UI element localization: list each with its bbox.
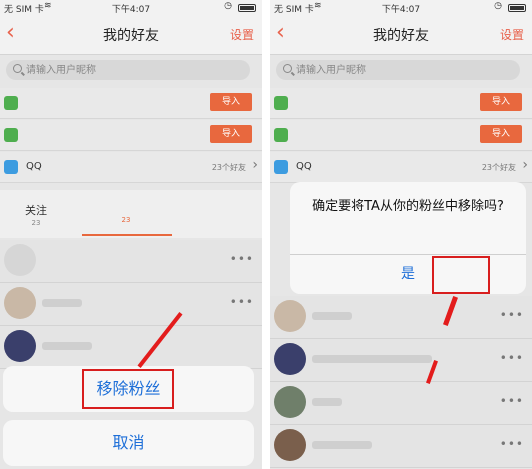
blurred-name xyxy=(312,441,372,449)
chevron-right-icon: › xyxy=(522,157,528,173)
import-button[interactable]: 导入 xyxy=(480,93,522,111)
tab-follow[interactable]: 关注 23 xyxy=(6,202,66,227)
more-icon[interactable]: ••• xyxy=(500,351,524,365)
qq-label: QQ xyxy=(26,161,42,172)
list-item[interactable] xyxy=(0,326,262,369)
alarm-icon: ◷ xyxy=(224,1,232,11)
wechat-icon xyxy=(4,128,18,142)
tab-fans-count: 23 xyxy=(121,216,131,224)
left-screen: 无 SIM 卡 ≋ 下午4:07 ◷ ‹ 我的好友 设置 导入 导入 QQ 23… xyxy=(0,0,262,469)
blurred-name xyxy=(42,299,82,307)
confirm-yes-button[interactable]: 是 xyxy=(290,255,526,294)
highlight-box xyxy=(82,369,174,409)
page-title: 我的好友 xyxy=(373,28,429,44)
settings-button[interactable]: 设置 xyxy=(500,26,524,43)
qq-row[interactable]: QQ 23个好友 › xyxy=(270,152,532,183)
right-screen: 无 SIM 卡 ≋ 下午4:07 ◷ ‹ 我的好友 设置 导入 导入 QQ 23… xyxy=(270,0,532,469)
alarm-icon: ◷ xyxy=(494,1,502,11)
list-item[interactable]: ••• xyxy=(0,283,262,326)
tab-follow-label: 关注 xyxy=(25,204,47,217)
cancel-button[interactable]: 取消 xyxy=(112,433,144,452)
list-item[interactable]: ••• xyxy=(270,339,532,382)
more-icon[interactable]: ••• xyxy=(500,437,524,451)
nav-bar: ‹ 我的好友 设置 xyxy=(0,16,262,55)
import-button[interactable]: 导入 xyxy=(210,125,252,143)
avatar xyxy=(274,386,306,418)
search-input[interactable] xyxy=(296,62,516,78)
blurred-name xyxy=(312,355,432,363)
avatar xyxy=(4,287,36,319)
avatar xyxy=(274,343,306,375)
contacts-import-row: 导入 xyxy=(0,88,262,119)
search-input[interactable] xyxy=(26,62,246,78)
confirm-dialog: 确定要将TA从你的粉丝中移除吗? 是 xyxy=(290,182,526,294)
search-icon xyxy=(13,64,22,73)
import-button[interactable]: 导入 xyxy=(210,93,252,111)
highlight-box xyxy=(432,256,490,294)
qq-icon xyxy=(274,160,288,174)
qq-row[interactable]: QQ 23个好友 › xyxy=(0,152,262,183)
avatar xyxy=(274,429,306,461)
list-item[interactable]: ••• xyxy=(0,240,262,283)
contacts-import-row: 导入 xyxy=(270,88,532,119)
status-bar: 无 SIM 卡 ≋ 下午4:07 ◷ xyxy=(270,0,532,16)
page-title: 我的好友 xyxy=(103,28,159,44)
status-bar: 无 SIM 卡 ≋ 下午4:07 ◷ xyxy=(0,0,262,16)
confirm-message: 确定要将TA从你的粉丝中移除吗? xyxy=(312,199,504,214)
qq-friend-count: 23个好友 xyxy=(211,163,246,172)
avatar xyxy=(274,300,306,332)
more-icon[interactable]: ••• xyxy=(500,308,524,322)
clock: 下午4:07 xyxy=(381,5,421,15)
search-icon xyxy=(283,64,292,73)
avatar xyxy=(4,330,36,362)
list-item[interactable]: ••• xyxy=(270,296,532,339)
contacts-icon xyxy=(4,96,18,110)
blurred-name xyxy=(312,312,352,320)
tab-bar: 关注 23 23 xyxy=(0,190,262,238)
qq-icon xyxy=(4,160,18,174)
settings-button[interactable]: 设置 xyxy=(230,26,254,43)
import-button[interactable]: 导入 xyxy=(480,125,522,143)
qq-friend-count: 23个好友 xyxy=(481,163,516,172)
wechat-import-row: 导入 xyxy=(270,120,532,151)
nav-bar: ‹ 我的好友 设置 xyxy=(270,16,532,55)
battery-icon xyxy=(508,4,526,12)
blurred-name xyxy=(312,398,342,406)
separator xyxy=(262,0,270,469)
wechat-icon xyxy=(274,128,288,142)
cancel-sheet-option[interactable]: 取消 xyxy=(3,420,254,466)
list-item[interactable]: ••• xyxy=(270,382,532,425)
wechat-import-row: 导入 xyxy=(0,120,262,151)
list-item[interactable]: ••• xyxy=(270,425,532,468)
battery-icon xyxy=(238,4,256,12)
clock: 下午4:07 xyxy=(111,5,151,15)
chevron-right-icon: › xyxy=(252,157,258,173)
tab-underline xyxy=(82,234,172,236)
more-icon[interactable]: ••• xyxy=(500,394,524,408)
tab-follow-count: 23 xyxy=(31,219,41,227)
qq-label: QQ xyxy=(296,161,312,172)
avatar xyxy=(4,244,36,276)
blurred-name xyxy=(42,342,92,350)
search-bar[interactable] xyxy=(276,60,520,80)
search-bar[interactable] xyxy=(6,60,250,80)
more-icon[interactable]: ••• xyxy=(230,252,254,266)
tab-fans[interactable]: 23 xyxy=(96,202,156,224)
contacts-icon xyxy=(274,96,288,110)
more-icon[interactable]: ••• xyxy=(230,295,254,309)
